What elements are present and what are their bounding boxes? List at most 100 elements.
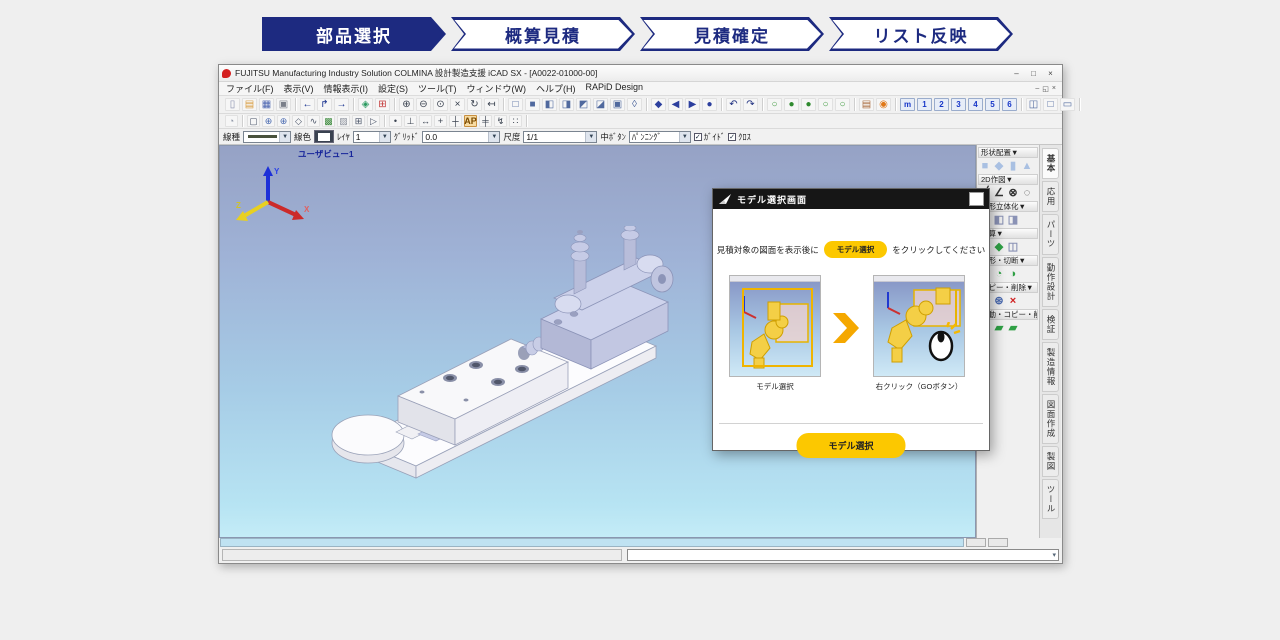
- freehand-select-icon[interactable]: ∿: [307, 115, 320, 127]
- extrude-tool-icon[interactable]: ◧: [992, 213, 1006, 227]
- side-tab-7[interactable]: 図面作成: [1042, 394, 1059, 444]
- view-left-icon[interactable]: ◧: [542, 98, 557, 111]
- mirror-tool-icon[interactable]: ⊛: [992, 294, 1006, 308]
- view-rotate-icon[interactable]: ↻: [467, 98, 482, 111]
- shade-left-icon[interactable]: ◀: [668, 98, 683, 111]
- middle-button-select[interactable]: ﾊﾟﾝﾆﾝｸﾞ▼: [629, 131, 691, 143]
- title-bar[interactable]: FUJITSU Manufacturing Industry Solution …: [219, 65, 1062, 82]
- window-main-button[interactable]: m: [900, 98, 915, 111]
- primitive-sphere-icon[interactable]: ◆: [992, 159, 1006, 173]
- zoom-in-icon[interactable]: ⊕: [399, 98, 414, 111]
- command-combobox[interactable]: ▾: [627, 549, 1059, 561]
- jump-icon[interactable]: ↱: [317, 98, 332, 111]
- window-5-button[interactable]: 5: [985, 98, 1000, 111]
- angle-line-tool-icon[interactable]: ∠: [992, 186, 1006, 200]
- snap-endpoint-icon[interactable]: ↔: [419, 115, 432, 127]
- shade-sphere-icon[interactable]: ●: [702, 98, 717, 111]
- region-fill-icon[interactable]: ▩: [322, 115, 335, 127]
- side-tab-9[interactable]: ツール: [1042, 479, 1059, 520]
- chamfer-tool-icon[interactable]: ◔: [992, 267, 1006, 281]
- primitive-cone-icon[interactable]: ▲: [1020, 159, 1034, 173]
- save-icon[interactable]: ▦: [259, 98, 274, 111]
- select-mode-icon[interactable]: ◔: [225, 115, 238, 127]
- view-back-icon[interactable]: ■: [525, 98, 540, 111]
- panel-section-header[interactable]: 2D作図▼: [978, 174, 1038, 185]
- minimize-button[interactable]: –: [1008, 67, 1025, 80]
- layer-select[interactable]: 1▼: [353, 131, 391, 143]
- snap-grid-icon[interactable]: ╪: [479, 115, 492, 127]
- side-tab-3[interactable]: パーツ: [1042, 214, 1059, 255]
- guide-checkbox[interactable]: ✓ｶﾞｲﾄﾞ: [694, 131, 725, 143]
- parts-dice-icon[interactable]: ⊞: [375, 98, 390, 111]
- record-icon[interactable]: ◉: [876, 98, 891, 111]
- window-maximize-icon[interactable]: □: [1043, 98, 1058, 111]
- window-tile-icon[interactable]: ▭: [1060, 98, 1075, 111]
- dialog-title-bar[interactable]: モデル選択画面 ×: [713, 189, 989, 209]
- shade-right-icon[interactable]: ▶: [685, 98, 700, 111]
- print-icon[interactable]: ▣: [276, 98, 291, 111]
- breadcrumb-step[interactable]: 部品選択: [262, 17, 446, 51]
- viewport-scroll-right-button[interactable]: [988, 538, 1008, 547]
- dialog-close-button[interactable]: ×: [969, 192, 984, 206]
- line-color-button[interactable]: [314, 130, 334, 143]
- detail-icon[interactable]: ▷: [367, 115, 380, 127]
- close-button[interactable]: ×: [1042, 67, 1059, 80]
- window-select-icon[interactable]: ▢: [247, 115, 260, 127]
- redo-icon[interactable]: ↷: [743, 98, 758, 111]
- viewport-scroll-left-button[interactable]: [966, 538, 986, 547]
- layer-state-1-icon[interactable]: ○: [767, 98, 782, 111]
- snap-dots-icon[interactable]: ∷: [509, 115, 522, 127]
- back-icon[interactable]: ←: [300, 98, 315, 111]
- table-icon[interactable]: ⊞: [352, 115, 365, 127]
- window-cascade-icon[interactable]: ◫: [1026, 98, 1041, 111]
- mdi-close-button[interactable]: ×: [1052, 85, 1056, 93]
- snap-ap-button[interactable]: AP: [464, 115, 477, 127]
- side-tab-2[interactable]: 応用: [1042, 181, 1059, 212]
- snap-intersect-icon[interactable]: ┼: [449, 115, 462, 127]
- hatch-icon[interactable]: ▨: [337, 115, 350, 127]
- zoom-window-icon[interactable]: ⊙: [433, 98, 448, 111]
- polygon-select-icon[interactable]: ◇: [292, 115, 305, 127]
- side-tab-5[interactable]: 検証: [1042, 309, 1059, 340]
- cross-checkbox[interactable]: ✓ｸﾛｽ: [728, 131, 751, 143]
- layer-state-2-icon[interactable]: ●: [784, 98, 799, 111]
- zoom-cancel-icon[interactable]: ×: [450, 98, 465, 111]
- menu-item[interactable]: 情報表示(I): [319, 82, 374, 95]
- panel-section-header[interactable]: 形状配置▼: [978, 147, 1038, 158]
- open-file-icon[interactable]: ▤: [242, 98, 257, 111]
- undo-icon[interactable]: ↶: [726, 98, 741, 111]
- side-tab-6[interactable]: 製造情報: [1042, 342, 1059, 392]
- breadcrumb-step[interactable]: 見積確定: [640, 17, 824, 51]
- view-top-icon[interactable]: ◩: [576, 98, 591, 111]
- menu-item[interactable]: ツール(T): [413, 82, 462, 95]
- view-bottom-icon[interactable]: ◪: [593, 98, 608, 111]
- side-tab-4[interactable]: 動作設計: [1042, 257, 1059, 307]
- primitive-box-icon[interactable]: ■: [978, 159, 992, 173]
- view-front-icon[interactable]: □: [508, 98, 523, 111]
- view-iso-icon[interactable]: ▣: [610, 98, 625, 111]
- move-horizontal-icon[interactable]: ⊕: [262, 115, 275, 127]
- snap-online-icon[interactable]: ⊥: [404, 115, 417, 127]
- arc-tool-icon[interactable]: ◌: [1020, 186, 1034, 200]
- grid-select[interactable]: 0.0▼: [422, 131, 500, 143]
- assembly-model[interactable]: [326, 226, 676, 501]
- snap-mid-icon[interactable]: +: [434, 115, 447, 127]
- horizontal-scrollbar[interactable]: [220, 538, 964, 547]
- new-file-icon[interactable]: ▯: [225, 98, 240, 111]
- shade-solid-icon[interactable]: ◆: [651, 98, 666, 111]
- window-4-button[interactable]: 4: [968, 98, 983, 111]
- move-copy-3-icon[interactable]: ▰: [1006, 321, 1020, 335]
- view-reset-icon[interactable]: ↤: [484, 98, 499, 111]
- view-dim-icon[interactable]: ◊: [627, 98, 642, 111]
- side-tab-8[interactable]: 製図: [1042, 446, 1059, 477]
- menu-item[interactable]: 設定(S): [373, 82, 413, 95]
- snap-point-icon[interactable]: •: [389, 115, 402, 127]
- line-type-select[interactable]: ▼: [243, 131, 291, 143]
- menu-item[interactable]: ファイル(F): [221, 82, 279, 95]
- snap-quad-icon[interactable]: ↯: [494, 115, 507, 127]
- primitive-cylinder-icon[interactable]: ▮: [1006, 159, 1020, 173]
- image-capture-icon[interactable]: ▤: [859, 98, 874, 111]
- layer-state-4-icon[interactable]: ○: [818, 98, 833, 111]
- move-vertical-icon[interactable]: ⊕: [277, 115, 290, 127]
- window-6-button[interactable]: 6: [1002, 98, 1017, 111]
